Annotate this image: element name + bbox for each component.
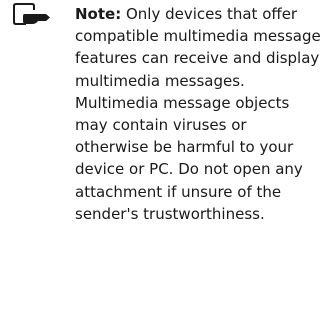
note-hand-icon	[12, 2, 52, 28]
note-label: Note:	[75, 5, 122, 23]
note-block: Note: Only devices that offer compatible…	[0, 0, 327, 314]
note-body: Only devices that offer compatible multi…	[75, 5, 321, 223]
note-text: Note: Only devices that offer compatible…	[75, 3, 323, 225]
